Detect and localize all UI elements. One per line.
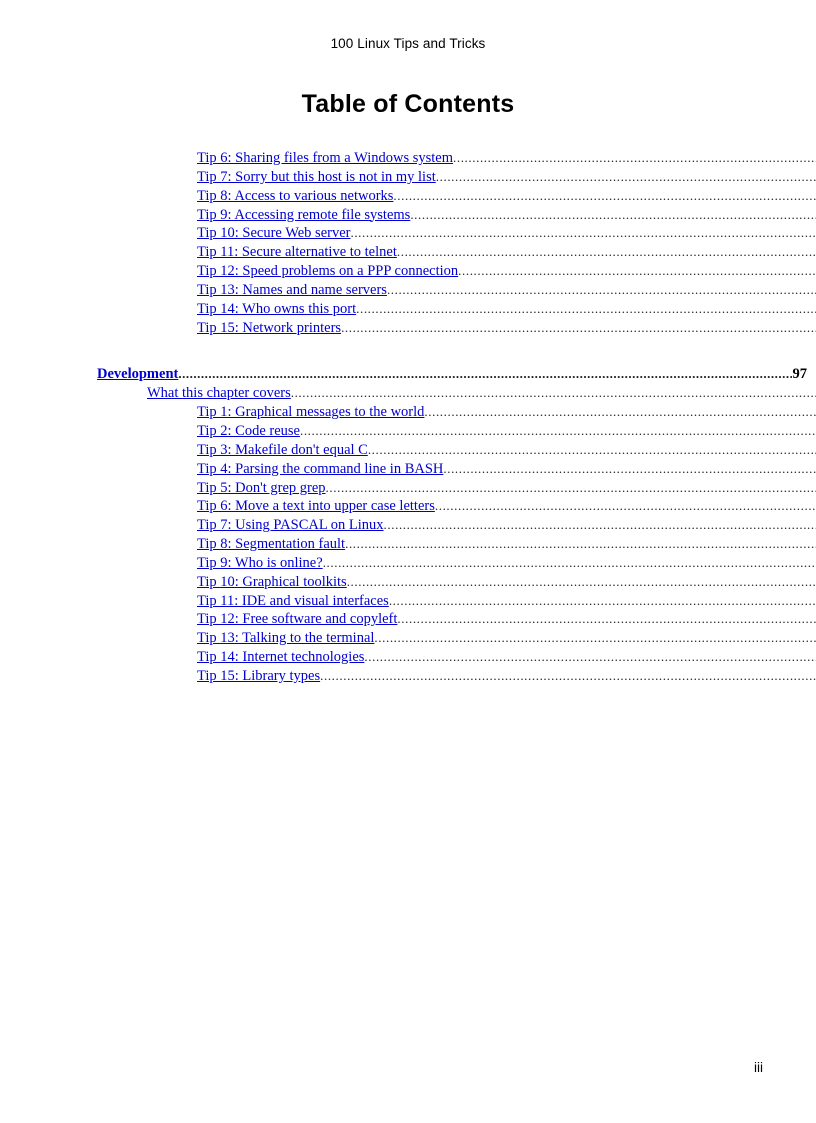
toc-entry-label[interactable]: Tip 4: Parsing the command line in BASH — [197, 461, 443, 478]
toc-entry[interactable]: Tip 12: Free software and copyleft......… — [53, 611, 816, 630]
toc-leader-dots: ........................................… — [386, 281, 816, 297]
toc-entry[interactable]: Tip 13: Talking to the terminal.........… — [53, 630, 816, 649]
toc-leader-dots: ........................................… — [383, 517, 816, 533]
toc-entry-label[interactable]: Tip 12: Free software and copyleft — [197, 611, 397, 628]
toc-entry-label[interactable]: Tip 8: Access to various networks — [197, 188, 393, 205]
toc-leader-dots: ........................................… — [341, 319, 816, 335]
toc-entry-label[interactable]: Tip 12: Speed problems on a PPP connecti… — [197, 263, 458, 280]
toc-entry[interactable]: Tip 11: Secure alternative to telnet....… — [53, 244, 816, 263]
toc-chapter-entry[interactable]: Development.............................… — [53, 366, 807, 385]
toc-entry[interactable]: Tip 6: Sharing files from a Windows syst… — [53, 150, 816, 169]
toc-leader-dots: ........................................… — [364, 649, 816, 665]
toc-leader-dots: ........................................… — [434, 498, 816, 514]
running-header: 100 Linux Tips and Tricks — [330, 36, 486, 51]
toc-entry-label[interactable]: Tip 9: Accessing remote file systems — [197, 207, 410, 224]
document-page: 100 Linux Tips and Tricks Table of Conte… — [0, 0, 816, 1123]
toc-entry-label[interactable]: Tip 7: Using PASCAL on Linux — [197, 517, 384, 534]
toc-leader-dots: ........................................… — [367, 441, 816, 457]
toc-spacer — [53, 338, 763, 366]
toc-leader-dots: ........................................… — [350, 225, 816, 241]
toc-leader-dots: ........................................… — [320, 667, 816, 683]
toc-entry[interactable]: Tip 5: Don't grep grep..................… — [53, 480, 816, 499]
toc-entry[interactable]: Tip 3: Makefile don't equal C...........… — [53, 442, 816, 461]
toc-entry-label[interactable]: Tip 9: Who is online? — [197, 555, 323, 572]
toc-entry-label[interactable]: Tip 11: Secure alternative to telnet — [197, 244, 397, 261]
toc-entry[interactable]: Tip 2: Code reuse.......................… — [53, 423, 816, 442]
toc-entry-label[interactable]: Tip 6: Move a text into upper case lette… — [197, 498, 435, 515]
toc-entry-label[interactable]: Tip 14: Internet technologies — [197, 649, 364, 666]
toc-entry-label[interactable]: Development — [97, 366, 178, 383]
toc-leader-dots: ........................................… — [443, 460, 816, 476]
toc-entry-label[interactable]: Tip 15: Library types — [197, 668, 320, 685]
toc-leader-dots: ........................................… — [453, 150, 816, 165]
toc-entry[interactable]: Tip 14: Internet technologies...........… — [53, 649, 816, 668]
toc-entry-label[interactable]: Tip 2: Code reuse — [197, 423, 300, 440]
table-of-contents: Tip 6: Sharing files from a Windows syst… — [53, 150, 816, 687]
toc-entry[interactable]: Tip 4: Parsing the command line in BASH.… — [53, 461, 816, 480]
toc-leader-dots: ........................................… — [396, 244, 816, 260]
toc-entry-label[interactable]: Tip 13: Talking to the terminal — [197, 630, 374, 647]
toc-entry-label[interactable]: Tip 6: Sharing files from a Windows syst… — [197, 150, 453, 167]
toc-entry-label[interactable]: Tip 5: Don't grep grep — [197, 480, 326, 497]
toc-entry[interactable]: Tip 8: Segmentation fault...............… — [53, 536, 816, 555]
toc-entry[interactable]: Tip 8: Access to various networks.......… — [53, 188, 816, 207]
toc-leader-dots: ........................................… — [424, 404, 816, 420]
toc-entry-label[interactable]: What this chapter covers — [147, 385, 291, 402]
toc-entry[interactable]: Tip 10: Secure Web server...............… — [53, 225, 816, 244]
toc-leader-dots: ........................................… — [410, 206, 816, 222]
toc-leader-dots: ........................................… — [178, 366, 792, 382]
toc-entry[interactable]: What this chapter covers................… — [53, 385, 816, 404]
page-number-folio: iii — [754, 1060, 763, 1075]
toc-leader-dots: ........................................… — [345, 536, 816, 552]
toc-entry-label[interactable]: Tip 10: Secure Web server — [197, 225, 350, 242]
toc-entry-label[interactable]: Tip 7: Sorry but this host is not in my … — [197, 169, 436, 186]
toc-leader-dots: ........................................… — [322, 554, 816, 570]
toc-entry-label[interactable]: Tip 3: Makefile don't equal C — [197, 442, 368, 459]
toc-entry[interactable]: Tip 15: Library types...................… — [53, 668, 816, 687]
toc-entry-label[interactable]: Tip 11: IDE and visual interfaces — [197, 593, 389, 610]
toc-leader-dots: ........................................… — [388, 592, 816, 608]
toc-entry[interactable]: Tip 9: Accessing remote file systems....… — [53, 207, 816, 226]
toc-entry[interactable]: Tip 12: Speed problems on a PPP connecti… — [53, 263, 816, 282]
toc-entry[interactable]: Tip 15: Network printers................… — [53, 320, 816, 339]
toc-entry[interactable]: Tip 11: IDE and visual interfaces.......… — [53, 593, 816, 612]
toc-leader-dots: ........................................… — [356, 300, 816, 316]
toc-entry-label[interactable]: Tip 1: Graphical messages to the world — [197, 404, 424, 421]
toc-entry-label[interactable]: Tip 13: Names and name servers — [197, 282, 387, 299]
toc-entry[interactable]: Tip 6: Move a text into upper case lette… — [53, 498, 816, 517]
toc-leader-dots: ........................................… — [346, 573, 816, 589]
page-title: Table of Contents — [301, 90, 515, 118]
toc-entry[interactable]: Tip 13: Names and name servers..........… — [53, 282, 816, 301]
toc-entry-label[interactable]: Tip 10: Graphical toolkits — [197, 574, 347, 591]
toc-leader-dots: ........................................… — [290, 385, 816, 401]
toc-leader-dots: ........................................… — [393, 187, 816, 203]
toc-leader-dots: ........................................… — [374, 630, 816, 646]
toc-entry[interactable]: Tip 9: Who is online?...................… — [53, 555, 816, 574]
toc-entry-label[interactable]: Tip 15: Network printers — [197, 320, 341, 337]
toc-leader-dots: ........................................… — [458, 263, 816, 279]
toc-leader-dots: ........................................… — [397, 611, 816, 627]
toc-entry[interactable]: Tip 7: Sorry but this host is not in my … — [53, 169, 816, 188]
toc-entry-label[interactable]: Tip 8: Segmentation fault — [197, 536, 345, 553]
toc-entry[interactable]: Tip 7: Using PASCAL on Linux............… — [53, 517, 816, 536]
toc-leader-dots: ........................................… — [435, 168, 816, 184]
toc-entry[interactable]: Tip 1: Graphical messages to the world..… — [53, 404, 816, 423]
toc-entry-label[interactable]: Tip 14: Who owns this port — [197, 301, 356, 318]
toc-leader-dots: ........................................… — [325, 479, 816, 495]
toc-entry[interactable]: Tip 10: Graphical toolkits..............… — [53, 574, 816, 593]
toc-entry-page-number: 97 — [792, 366, 808, 383]
toc-leader-dots: ........................................… — [299, 422, 816, 438]
toc-entry[interactable]: Tip 14: Who owns this port..............… — [53, 301, 816, 320]
